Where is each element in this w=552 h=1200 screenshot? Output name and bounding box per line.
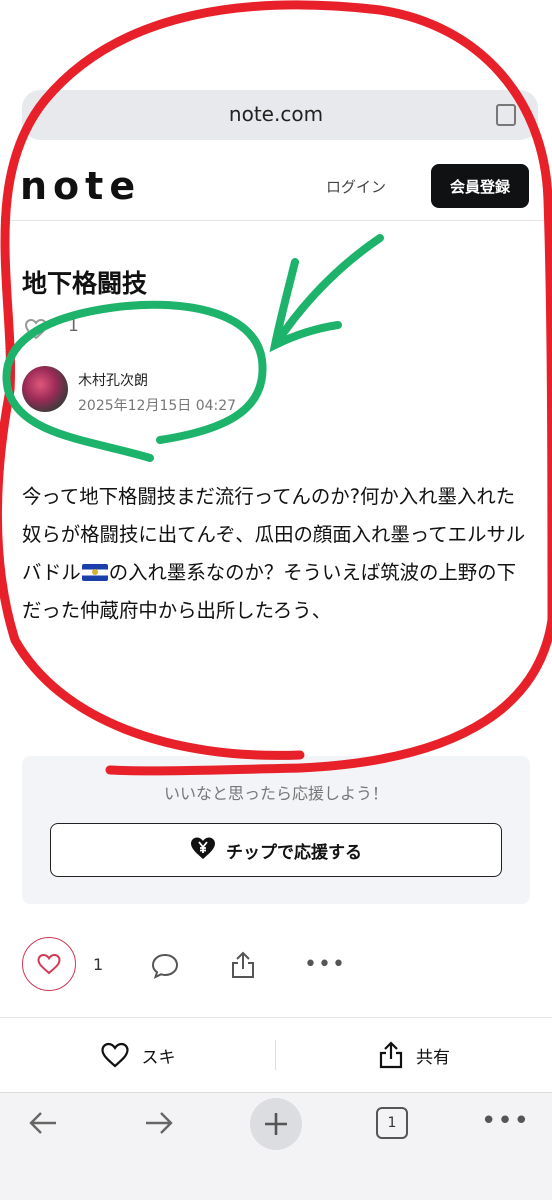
login-link[interactable]: ログイン bbox=[326, 176, 386, 197]
browser-menu-icon[interactable]: ••• bbox=[481, 1106, 530, 1136]
note-logo[interactable]: note bbox=[20, 166, 141, 206]
heart-icon bbox=[100, 1042, 129, 1068]
page-menu-icon[interactable] bbox=[496, 104, 516, 126]
signup-button[interactable]: 会員登録 bbox=[431, 164, 529, 208]
heart-icon bbox=[24, 318, 48, 344]
share-label: 共有 bbox=[416, 1047, 450, 1068]
share-icon[interactable] bbox=[230, 950, 256, 984]
suki-button[interactable]: スキ bbox=[0, 1018, 275, 1092]
post-date: 2025年12月15日 04:27 bbox=[78, 398, 237, 414]
tip-button[interactable]: チップで応援する bbox=[50, 823, 502, 877]
back-arrow-icon[interactable] bbox=[26, 1106, 60, 1144]
header-divider bbox=[0, 220, 552, 221]
like-button[interactable] bbox=[22, 937, 76, 991]
url-text[interactable]: note.com bbox=[0, 102, 552, 126]
tab-count-button[interactable]: 1 bbox=[376, 1107, 408, 1139]
share-icon bbox=[379, 1041, 403, 1069]
author-name[interactable]: 木村孔次朗 bbox=[78, 370, 148, 390]
author-avatar[interactable] bbox=[22, 366, 68, 412]
suki-label: スキ bbox=[141, 1047, 176, 1068]
green-arrow-annotation bbox=[269, 234, 384, 353]
share-button[interactable]: 共有 bbox=[276, 1018, 552, 1092]
support-message: いいなと思ったら応援しよう！ bbox=[163, 784, 388, 803]
heart-outline-icon bbox=[37, 953, 61, 975]
more-icon[interactable]: ••• bbox=[304, 952, 346, 977]
article-body: 今って地下格闘技まだ流行ってんのか?何か入れ墨入れた奴らが格闘技に出てんぞ、瓜田… bbox=[22, 478, 534, 630]
plus-icon bbox=[265, 1113, 287, 1135]
article-title: 地下格闘技 bbox=[22, 269, 148, 298]
like-count-small: 1 bbox=[68, 316, 79, 336]
new-tab-button[interactable] bbox=[250, 1098, 302, 1150]
tip-button-label: チップで応援する bbox=[226, 842, 362, 863]
el-salvador-flag-icon bbox=[81, 564, 108, 581]
like-count: 1 bbox=[93, 955, 104, 974]
yen-heart-icon bbox=[190, 836, 216, 865]
forward-arrow-icon[interactable] bbox=[142, 1106, 176, 1144]
comment-icon[interactable] bbox=[150, 952, 180, 984]
